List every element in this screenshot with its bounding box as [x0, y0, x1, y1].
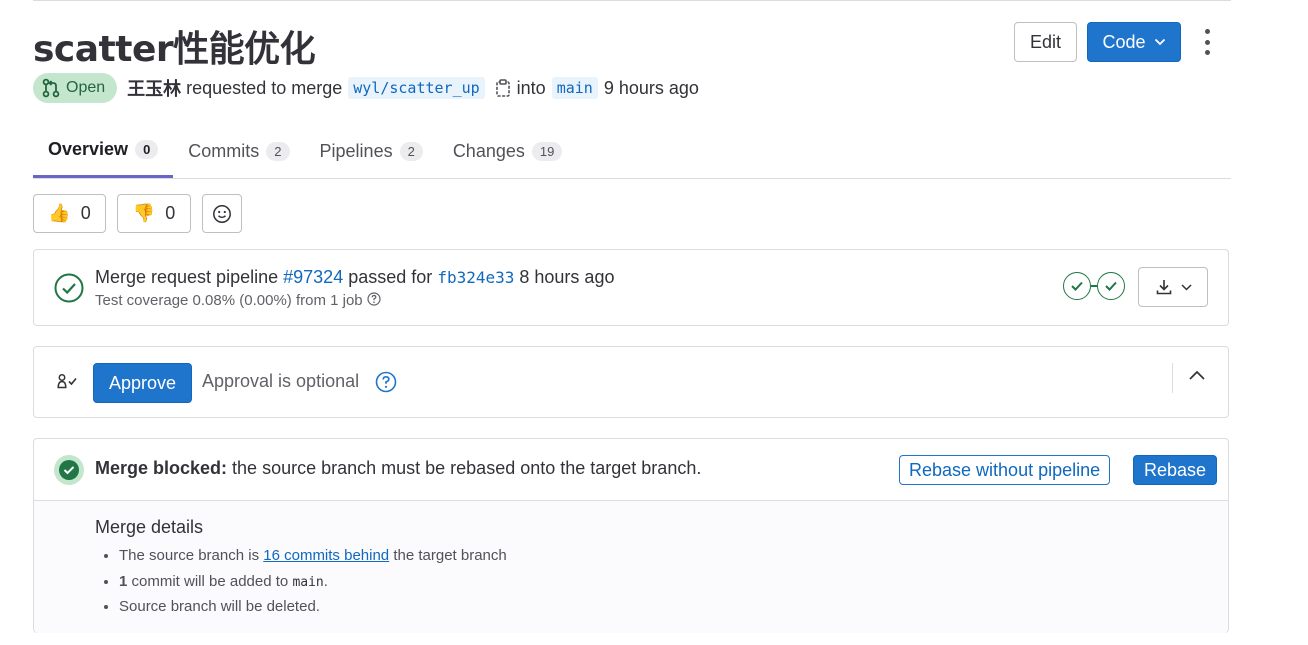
tab-changes[interactable]: Changes 19 — [438, 124, 578, 178]
download-icon — [1156, 280, 1171, 295]
merge-request-icon — [42, 78, 60, 98]
merge-details-list: The source branch is 16 commits behind t… — [97, 545, 507, 622]
artifacts-download-button[interactable] — [1138, 267, 1208, 307]
tab-pipelines[interactable]: Pipelines 2 — [305, 124, 438, 178]
merge-blocked-label: Merge blocked: — [95, 458, 228, 478]
approval-status-text: Approval is optional — [202, 371, 360, 391]
edit-button[interactable]: Edit — [1014, 22, 1077, 62]
tab-commits-count: 2 — [266, 141, 290, 161]
award-emoji-bar: 👍 0 👎 0 — [33, 194, 253, 233]
stage-passed-icon[interactable] — [1097, 272, 1125, 300]
merge-details: Merge details The source branch is 16 co… — [34, 501, 1228, 633]
smiley-icon — [213, 204, 231, 223]
thumbs-down-count: 0 — [165, 203, 176, 223]
thumbs-up-icon: 👍 — [48, 203, 71, 223]
author-name[interactable]: 王玉林 — [127, 75, 181, 101]
merge-details-title: Merge details — [95, 517, 204, 537]
header-actions: Edit Code — [1014, 22, 1211, 62]
detail-text: the target branch — [393, 547, 507, 564]
mr-tabs: Overview 0 Commits 2 Pipelines 2 Changes 19 — [33, 124, 1231, 179]
list-item: The source branch is 16 commits behind t… — [119, 545, 507, 571]
target-branch-code: main — [292, 574, 324, 590]
merge-status-row: Merge blocked: the source branch must be… — [34, 439, 1228, 501]
status-badge: Open — [33, 73, 118, 103]
merge-widget: Merge blocked: the source branch must be… — [33, 438, 1229, 633]
question-icon[interactable] — [375, 371, 397, 398]
tab-changes-label: Changes — [452, 140, 525, 161]
thumbs-down-icon: 👎 — [132, 203, 156, 223]
code-dropdown-button[interactable]: Code — [1087, 22, 1181, 62]
thumbs-down-button[interactable]: 👎 0 — [117, 194, 191, 233]
pipeline-passed-icon[interactable] — [54, 273, 84, 308]
detail-text: The source branch is — [119, 547, 260, 564]
test-coverage: Test coverage 0.08% (0.00%) from 1 job — [95, 292, 381, 309]
pipeline-time: 8 hours ago — [519, 267, 615, 287]
copy-branch-icon[interactable] — [495, 78, 511, 98]
approve-button[interactable]: Approve — [93, 363, 192, 403]
detail-text: commit will be added to — [131, 572, 289, 590]
stage-passed-icon[interactable] — [1063, 272, 1091, 300]
target-branch[interactable]: main — [551, 77, 598, 99]
time-ago: 9 hours ago — [603, 77, 699, 98]
chevron-down-icon — [1154, 35, 1166, 49]
pipeline-summary: Merge request pipeline #97324 passed for… — [95, 267, 614, 288]
commits-behind-link[interactable]: 16 commits behind — [263, 547, 389, 564]
pipeline-widget: Merge request pipeline #97324 passed for… — [33, 249, 1229, 326]
pipeline-passed-text: passed for — [348, 267, 433, 287]
page-title: scatter性能优化 — [33, 29, 316, 70]
pipeline-prefix: Merge request pipeline — [95, 267, 279, 287]
commit-sha-link[interactable]: fb324e33 — [437, 268, 514, 287]
status-label: Open — [66, 79, 106, 96]
pipeline-stages — [1063, 272, 1125, 300]
collapse-chevron-up-icon[interactable] — [1186, 365, 1208, 392]
coverage-text: Test coverage 0.08% (0.00%) from 1 job — [95, 292, 363, 309]
approval-widget: Approve Approval is optional — [33, 346, 1229, 418]
chevron-down-icon — [1180, 283, 1192, 291]
add-reaction-button[interactable] — [202, 194, 242, 233]
into-text: into — [516, 77, 546, 98]
more-actions-icon[interactable] — [1203, 29, 1211, 55]
tab-overview[interactable]: Overview 0 — [33, 124, 174, 178]
rebase-without-pipeline-button[interactable]: Rebase without pipeline — [899, 455, 1111, 485]
detail-period: . — [323, 572, 328, 590]
mr-meta: Open 王玉林 requested to merge wyl/scatter_… — [33, 73, 699, 103]
list-item: 1 commit will be added to main. — [119, 571, 507, 597]
tab-changes-count: 19 — [531, 141, 563, 161]
commit-count: 1 — [119, 572, 128, 590]
divider — [1172, 363, 1173, 393]
merge-blocked-message: Merge blocked: the source branch must be… — [95, 458, 701, 479]
thumbs-up-count: 0 — [80, 203, 91, 223]
tab-commits[interactable]: Commits 2 — [173, 124, 304, 178]
code-button-label: Code — [1102, 31, 1146, 52]
tab-commits-label: Commits — [188, 140, 260, 161]
rebase-button[interactable]: Rebase — [1133, 455, 1218, 485]
tab-overview-count: 0 — [135, 140, 159, 159]
tab-pipelines-count: 2 — [399, 141, 423, 161]
tab-overview-label: Overview — [48, 139, 129, 159]
approval-icon — [57, 373, 79, 394]
pipeline-link[interactable]: #97324 — [283, 267, 343, 287]
merge-blocked-text: the source branch must be rebased onto t… — [232, 458, 702, 478]
merge-check-icon — [54, 455, 84, 485]
tab-pipelines-label: Pipelines — [319, 140, 393, 161]
requested-text: requested to merge — [186, 77, 343, 98]
help-icon — [367, 292, 381, 306]
list-item: Source branch will be deleted. — [119, 596, 507, 622]
detail-text: Source branch will be deleted. — [119, 598, 320, 615]
source-branch[interactable]: wyl/scatter_up — [348, 77, 485, 99]
top-divider — [33, 0, 1231, 1]
thumbs-up-button[interactable]: 👍 0 — [33, 194, 106, 233]
